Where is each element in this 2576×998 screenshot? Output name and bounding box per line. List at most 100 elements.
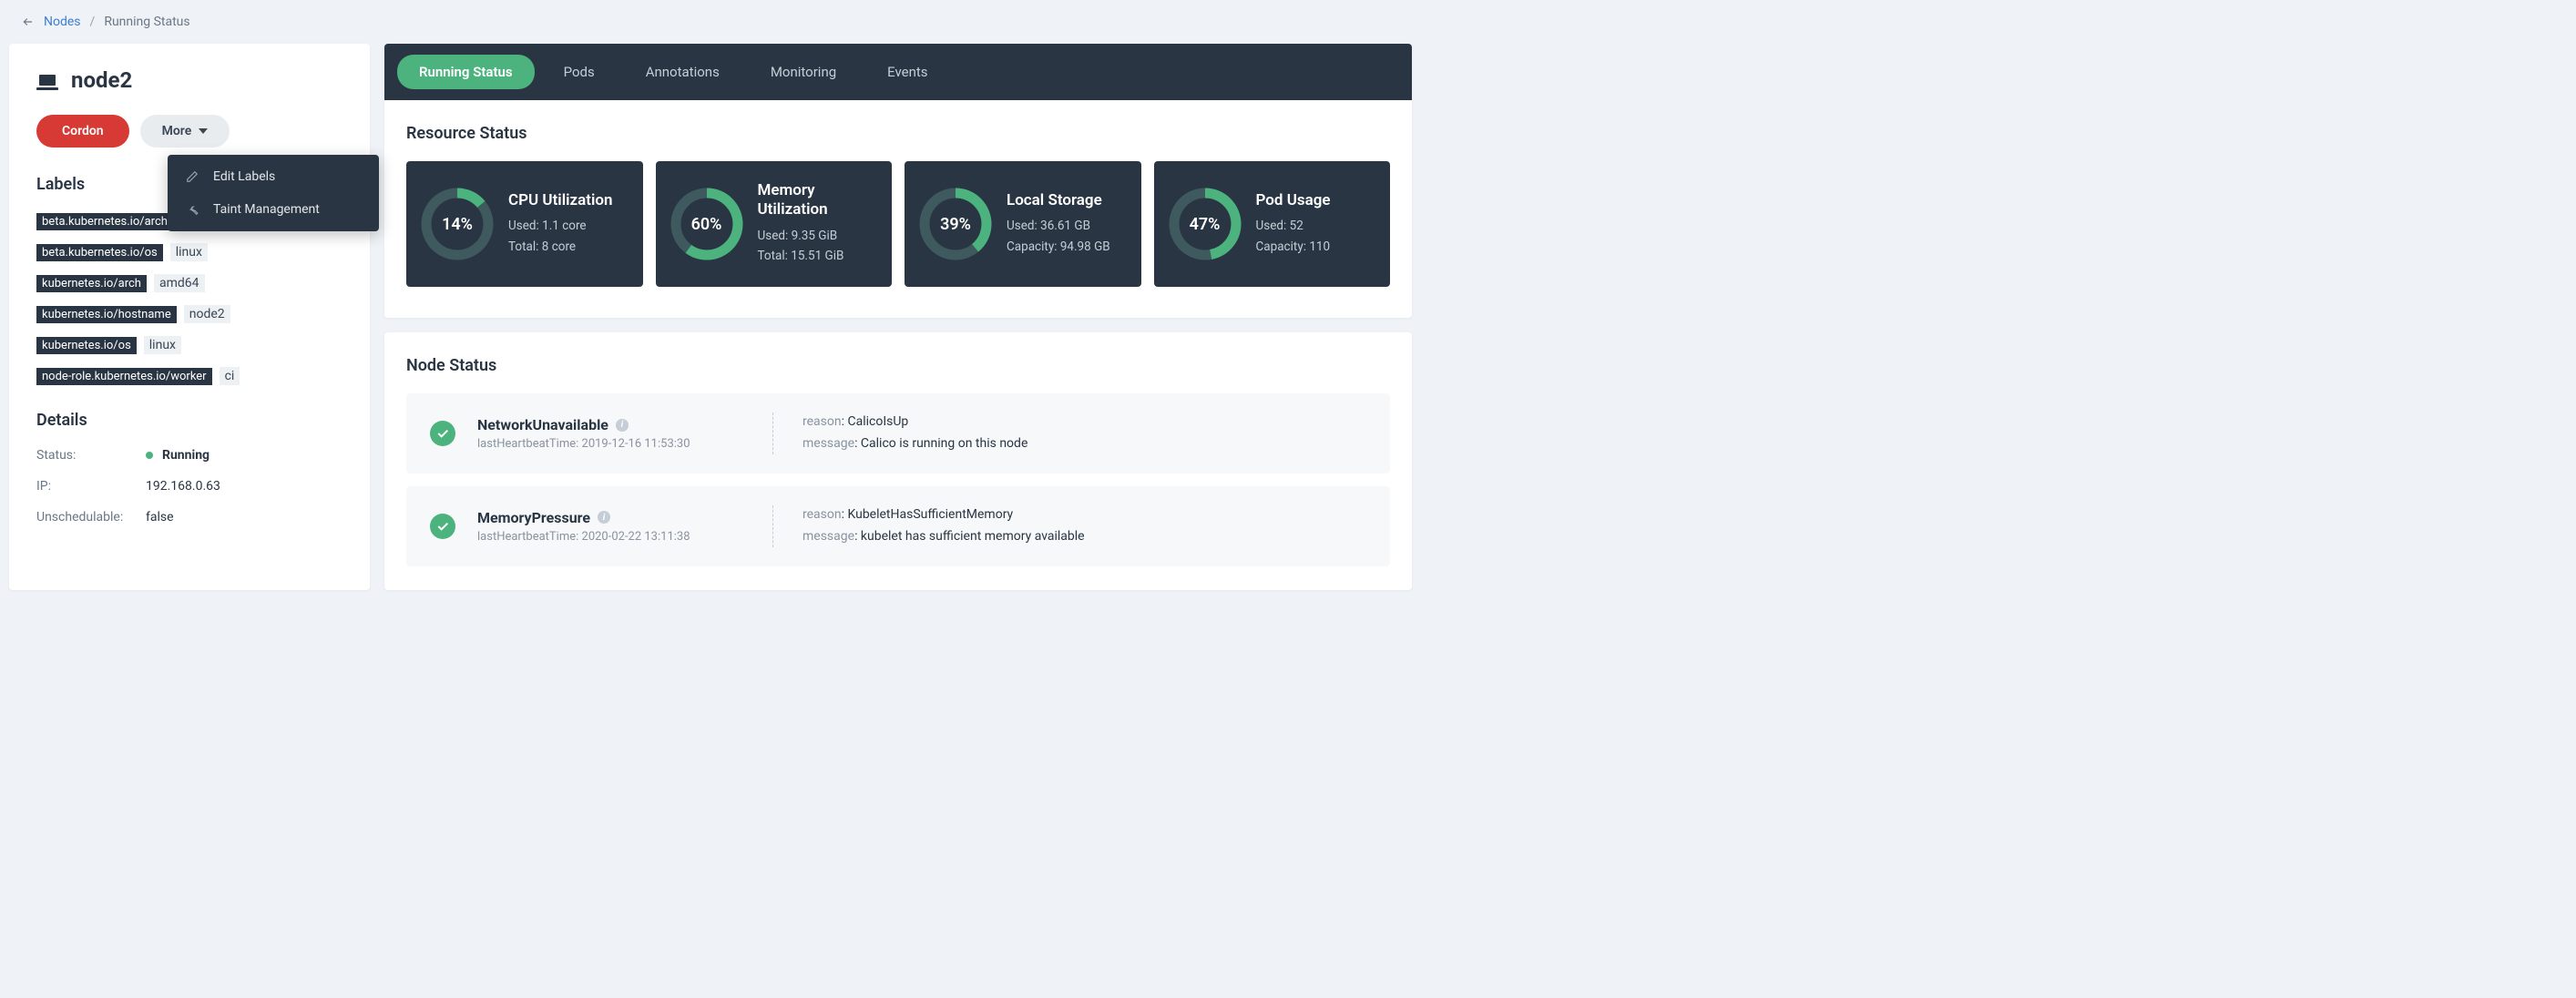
check-icon <box>430 421 455 446</box>
more-button-label: More <box>162 124 192 138</box>
label-row: kubernetes.io/os linux <box>36 336 342 354</box>
ns-right: reason: KubeletHasSufficientMemorymessag… <box>795 504 1085 548</box>
label-key: beta.kubernetes.io/arch <box>36 213 173 230</box>
label-value: amd64 <box>154 274 205 292</box>
donut-percent: 47% <box>1169 188 1242 260</box>
donut-percent: 14% <box>421 188 494 260</box>
divider <box>772 505 773 547</box>
tab-pods[interactable]: Pods <box>542 55 617 89</box>
card-title: Pod Usage <box>1256 191 1331 210</box>
label-row: kubernetes.io/hostname node2 <box>36 305 342 323</box>
card-info: Pod Usage Used: 52Capacity: 110 <box>1256 191 1331 258</box>
dropdown-taint-mgmt[interactable]: Taint Management <box>168 193 379 226</box>
ip-value: 192.168.0.63 <box>146 479 220 494</box>
node-status-item: NetworkUnavailable ilastHeartbeatTime: 2… <box>406 393 1390 474</box>
label-value: ci <box>220 367 240 385</box>
condition-name: MemoryPressure i <box>477 509 751 526</box>
tab-events[interactable]: Events <box>865 55 949 89</box>
dropdown-item-label: Taint Management <box>213 202 320 217</box>
tab-running-status[interactable]: Running Status <box>397 55 535 89</box>
card-line: Capacity: 94.98 GB <box>1007 237 1110 258</box>
resource-grid: 14%CPU UtilizationUsed: 1.1 coreTotal: 8… <box>406 161 1390 287</box>
resource-card: 14%CPU UtilizationUsed: 1.1 coreTotal: 8… <box>406 161 643 287</box>
resource-status-heading: Resource Status <box>406 124 1390 143</box>
node-status-item: MemoryPressure i lastHeartbeatTime: 2020-… <box>406 486 1390 566</box>
tab-annotations[interactable]: Annotations <box>624 55 741 89</box>
breadcrumb-sep: / <box>90 15 96 29</box>
detail-status: Status: Running <box>36 448 342 463</box>
label-key: kubernetes.io/hostname <box>36 306 177 323</box>
main-panel: Running StatusPodsAnnotationsMonitoringE… <box>384 44 1412 318</box>
breadcrumb: Nodes / Running Status <box>0 0 1421 44</box>
card-line: Used: 1.1 core <box>508 216 613 237</box>
ns-right: reason: CalicoIsUpmessage: Calico is run… <box>795 412 1027 455</box>
card-line: Used: 36.61 GB <box>1007 216 1110 237</box>
detail-key: Unschedulable: <box>36 510 146 524</box>
status-value: Running <box>162 448 210 463</box>
detail-ip: IP: 192.168.0.63 <box>36 479 342 494</box>
donut-percent: 60% <box>670 188 743 260</box>
detail-key: IP: <box>36 479 146 494</box>
card-line: Used: 52 <box>1256 216 1331 237</box>
divider <box>772 412 773 454</box>
status-dot-icon <box>146 452 153 459</box>
label-value: node2 <box>184 305 230 323</box>
heartbeat-time: lastHeartbeatTime: 2020-02-22 13:11:38 <box>477 530 751 544</box>
node-name: node2 <box>71 67 132 93</box>
ns-left: MemoryPressure i lastHeartbeatTime: 2020-… <box>477 509 751 544</box>
chevron-down-icon <box>199 128 208 134</box>
label-value: linux <box>170 243 208 261</box>
tab-monitoring[interactable]: Monitoring <box>749 55 858 89</box>
donut-chart: 39% <box>919 188 992 260</box>
more-button[interactable]: More <box>140 115 230 148</box>
donut-percent: 39% <box>919 188 992 260</box>
label-key: kubernetes.io/arch <box>36 275 147 292</box>
label-value: linux <box>144 336 181 354</box>
card-info: Local Storage Used: 36.61 GBCapacity: 94.… <box>1007 191 1110 258</box>
cordon-button[interactable]: Cordon <box>36 115 129 148</box>
pencil-icon <box>186 170 199 183</box>
label-row: beta.kubernetes.io/os linux <box>36 243 342 261</box>
node-status-heading: Node Status <box>406 356 1390 375</box>
info-icon[interactable]: i <box>616 419 629 432</box>
card-line: Used: 9.35 GiB <box>758 226 874 247</box>
more-dropdown: Edit Labels Taint Management <box>168 155 379 231</box>
detail-unsched: Unschedulable: false <box>36 510 342 524</box>
card-line: Capacity: 110 <box>1256 237 1331 258</box>
breadcrumb-current: Running Status <box>104 15 189 29</box>
label-key: beta.kubernetes.io/os <box>36 244 163 261</box>
label-key: kubernetes.io/os <box>36 337 137 354</box>
labels-list: beta.kubernetes.io/arch amd64 beta.kuberne… <box>36 212 342 385</box>
card-title: CPU Utilization <box>508 191 613 210</box>
tabs: Running StatusPodsAnnotationsMonitoringE… <box>384 44 1412 100</box>
card-title: Local Storage <box>1007 191 1110 210</box>
dropdown-item-label: Edit Labels <box>213 169 275 184</box>
node-status-panel: Node Status NetworkUnavailable i lastHear… <box>384 332 1412 589</box>
ns-left: NetworkUnavailable ilastHeartbeatTime: 2… <box>477 416 751 451</box>
node-status-list: NetworkUnavailable i lastHeartbeatTime: 2… <box>406 393 1390 565</box>
card-info: CPU UtilizationUsed: 1.1 coreTotal: 8 co… <box>508 191 613 258</box>
detail-key: Status: <box>36 448 146 463</box>
node-title: node2 <box>36 67 342 93</box>
donut-chart: 47% <box>1169 188 1242 260</box>
check-icon <box>430 514 455 539</box>
side-panel: node2 Cordon More Edit Labels <box>9 44 370 590</box>
details-heading: Details <box>36 411 342 430</box>
card-line: Total: 15.51 GiB <box>758 246 874 267</box>
donut-chart: 60% <box>670 188 743 260</box>
label-row: kubernetes.io/arch amd64 <box>36 274 342 292</box>
resource-card: 47% Pod Usage Used: 52Capacity: 110 <box>1154 161 1391 287</box>
laptop-icon <box>36 71 58 89</box>
card-info: Memory Utilization Used: 9.35 GiBTotal: 1… <box>758 181 874 267</box>
condition-name: NetworkUnavailable i <box>477 416 751 433</box>
resource-card: 39% Local Storage Used: 36.61 GBCapacity: … <box>905 161 1141 287</box>
wrench-icon <box>186 203 199 216</box>
label-key: node-role.kubernetes.io/worker <box>36 368 212 385</box>
back-icon[interactable] <box>22 15 35 28</box>
card-title: Memory Utilization <box>758 181 874 220</box>
breadcrumb-root[interactable]: Nodes <box>44 15 81 29</box>
donut-chart: 14% <box>421 188 494 260</box>
dropdown-edit-labels[interactable]: Edit Labels <box>168 160 379 193</box>
info-icon[interactable]: i <box>598 511 610 524</box>
label-row: node-role.kubernetes.io/worker ci <box>36 367 342 385</box>
